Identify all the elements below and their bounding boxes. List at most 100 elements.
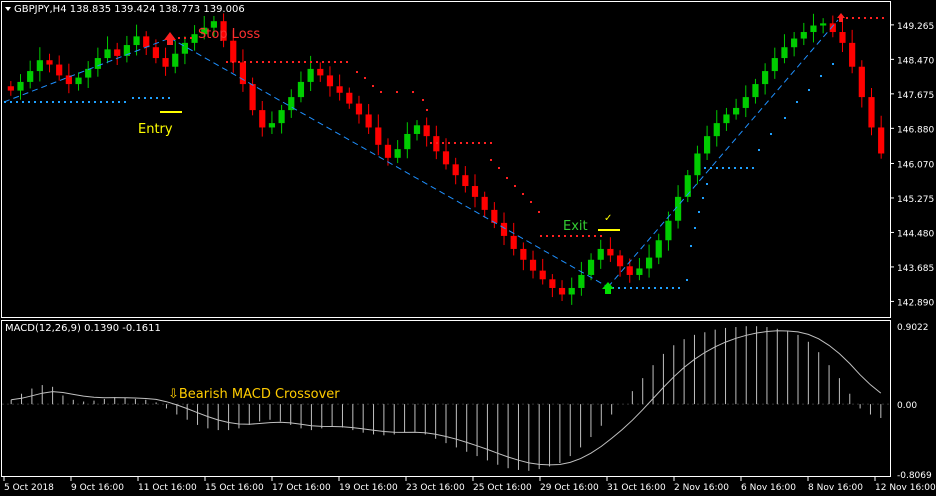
candle	[733, 98, 740, 120]
candle-body	[781, 47, 788, 59]
candle	[674, 185, 682, 229]
candle	[268, 111, 276, 134]
candle	[849, 29, 856, 74]
candle	[762, 63, 769, 95]
candle-body	[375, 127, 382, 145]
candle	[481, 191, 488, 218]
candle-body	[133, 36, 140, 46]
stop-dot	[436, 142, 438, 144]
sar-dot	[4, 101, 6, 103]
candle-body	[587, 259, 595, 275]
sar-dot	[690, 245, 692, 247]
candle	[85, 61, 92, 88]
candle	[56, 55, 63, 81]
stop-dot	[540, 235, 542, 237]
candle	[558, 280, 566, 301]
sar-dot	[380, 91, 382, 93]
candle-body	[56, 64, 63, 76]
candle	[288, 89, 295, 118]
stop-dot	[484, 142, 486, 144]
candle	[597, 239, 604, 269]
macd-header-text: MACD(12,26,9) 0.1390 -0.1611	[5, 323, 161, 334]
candle	[723, 107, 730, 131]
candle	[645, 244, 653, 278]
candle-body	[239, 62, 247, 85]
stop-dot	[346, 61, 348, 63]
candle	[162, 47, 169, 76]
candle-body	[394, 149, 401, 158]
y-tick-label: 145.275	[897, 195, 934, 205]
candle	[297, 71, 305, 103]
x-tick-label: 19 Oct 16:00	[339, 483, 398, 493]
candle	[578, 261, 585, 296]
candle-body	[665, 220, 672, 241]
candle-body	[733, 107, 740, 115]
candle	[471, 174, 479, 208]
sar-dot	[746, 167, 748, 169]
checkmark-icon: ✓	[604, 213, 612, 224]
candle	[278, 104, 285, 134]
candle	[771, 47, 778, 79]
candle-body	[94, 58, 101, 69]
candle	[636, 258, 643, 281]
candle-body	[36, 60, 43, 72]
candle-body	[365, 114, 372, 128]
stop-dot	[582, 235, 584, 237]
macd-series	[2, 326, 890, 471]
stop-dot	[454, 142, 456, 144]
sar-dot	[412, 91, 414, 93]
candle-body	[810, 25, 817, 33]
crossover-label: ⇩Bearish MACD Crossover	[168, 387, 340, 402]
stop-dot	[858, 17, 860, 19]
sar-dot	[82, 101, 84, 103]
candle-body	[558, 287, 566, 295]
y-tick-label: 146.070	[897, 160, 934, 170]
sar-dot	[706, 183, 708, 185]
candle-body	[791, 38, 798, 48]
candle	[36, 47, 43, 82]
candle	[75, 72, 82, 91]
stop-dot	[594, 235, 596, 237]
sar-dot	[162, 97, 164, 99]
candle	[839, 21, 846, 52]
sar-dot	[820, 75, 822, 77]
candle	[616, 250, 624, 277]
candle	[752, 78, 759, 104]
candle	[423, 117, 430, 147]
sar-dot	[506, 177, 508, 179]
sell-arrow-icon	[837, 13, 845, 22]
sar-dot	[704, 167, 706, 169]
candle	[104, 36, 111, 64]
candle	[694, 145, 701, 185]
sar-dot	[88, 101, 90, 103]
sar-dot	[22, 101, 24, 103]
sar-dot	[16, 101, 18, 103]
x-tick-label: 2 Nov 16:00	[674, 483, 729, 493]
sar-dot	[40, 101, 42, 103]
stop-dot	[268, 61, 270, 63]
candle	[27, 60, 34, 89]
candle	[394, 140, 401, 164]
candle-body	[413, 125, 421, 134]
stop-dot	[328, 61, 330, 63]
candle-body	[423, 125, 430, 137]
candle-body	[462, 175, 469, 187]
candle-body	[645, 257, 653, 269]
stop-dot	[882, 17, 884, 19]
candle-body	[336, 86, 343, 93]
candle-body	[75, 77, 82, 85]
x-tick-label: 15 Oct 16:00	[205, 483, 264, 493]
entry-label: Entry	[138, 122, 173, 137]
stop-dot	[846, 17, 848, 19]
dropdown-triangle-icon[interactable]	[5, 7, 11, 11]
candle-body	[85, 68, 92, 78]
stop-dot	[564, 235, 566, 237]
candle-body	[723, 114, 730, 124]
stop-dot	[340, 61, 342, 63]
candle-body	[858, 66, 865, 98]
candle-body	[46, 60, 53, 65]
candle-body	[771, 58, 778, 72]
sar-dot	[636, 287, 638, 289]
candle	[404, 122, 411, 159]
stop-dot	[870, 17, 872, 19]
